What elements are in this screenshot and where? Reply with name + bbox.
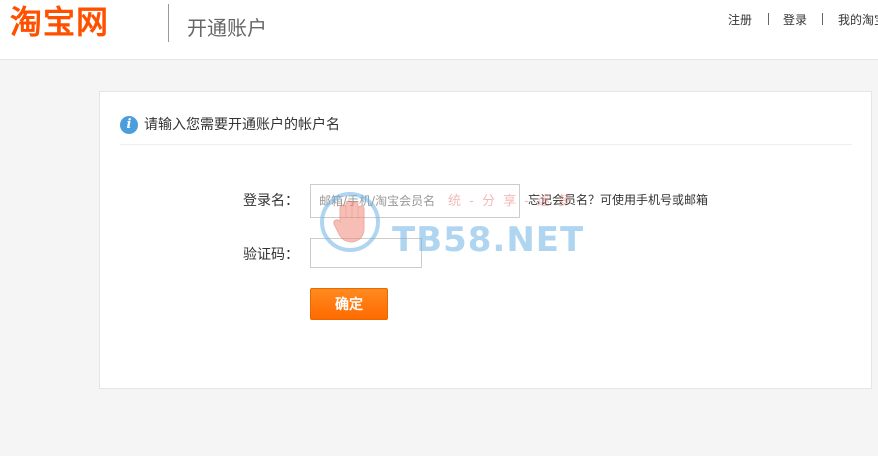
nav-separator — [822, 13, 823, 25]
panel-header: i 请输入您需要开通账户的帐户名 — [120, 114, 852, 145]
account-panel: i 请输入您需要开通账户的帐户名 — [99, 91, 872, 389]
panel-tip: 请输入您需要开通账户的帐户名 — [144, 117, 340, 133]
confirm-button[interactable]: 确定 — [310, 288, 388, 320]
captcha-label: 验证码： — [243, 247, 299, 263]
nav-separator — [768, 13, 769, 25]
site-header: 淘宝网 开通账户 注册 登录 我的淘宝 — [0, 0, 878, 60]
register-link[interactable]: 注册 — [728, 12, 752, 28]
forgot-username-hint[interactable]: 忘记会员名？可使用手机号或邮箱 — [528, 192, 708, 208]
account-input[interactable] — [310, 184, 520, 218]
info-icon: i — [120, 116, 138, 134]
page-title: 开通账户 — [187, 16, 267, 40]
login-link[interactable]: 登录 — [783, 12, 807, 28]
account-label: 登录名： — [243, 193, 299, 209]
my-taobao-link[interactable]: 我的淘宝 — [838, 12, 878, 28]
captcha-input[interactable] — [310, 238, 422, 268]
taobao-logo[interactable]: 淘宝网 — [10, 2, 109, 42]
header-divider — [168, 4, 169, 42]
